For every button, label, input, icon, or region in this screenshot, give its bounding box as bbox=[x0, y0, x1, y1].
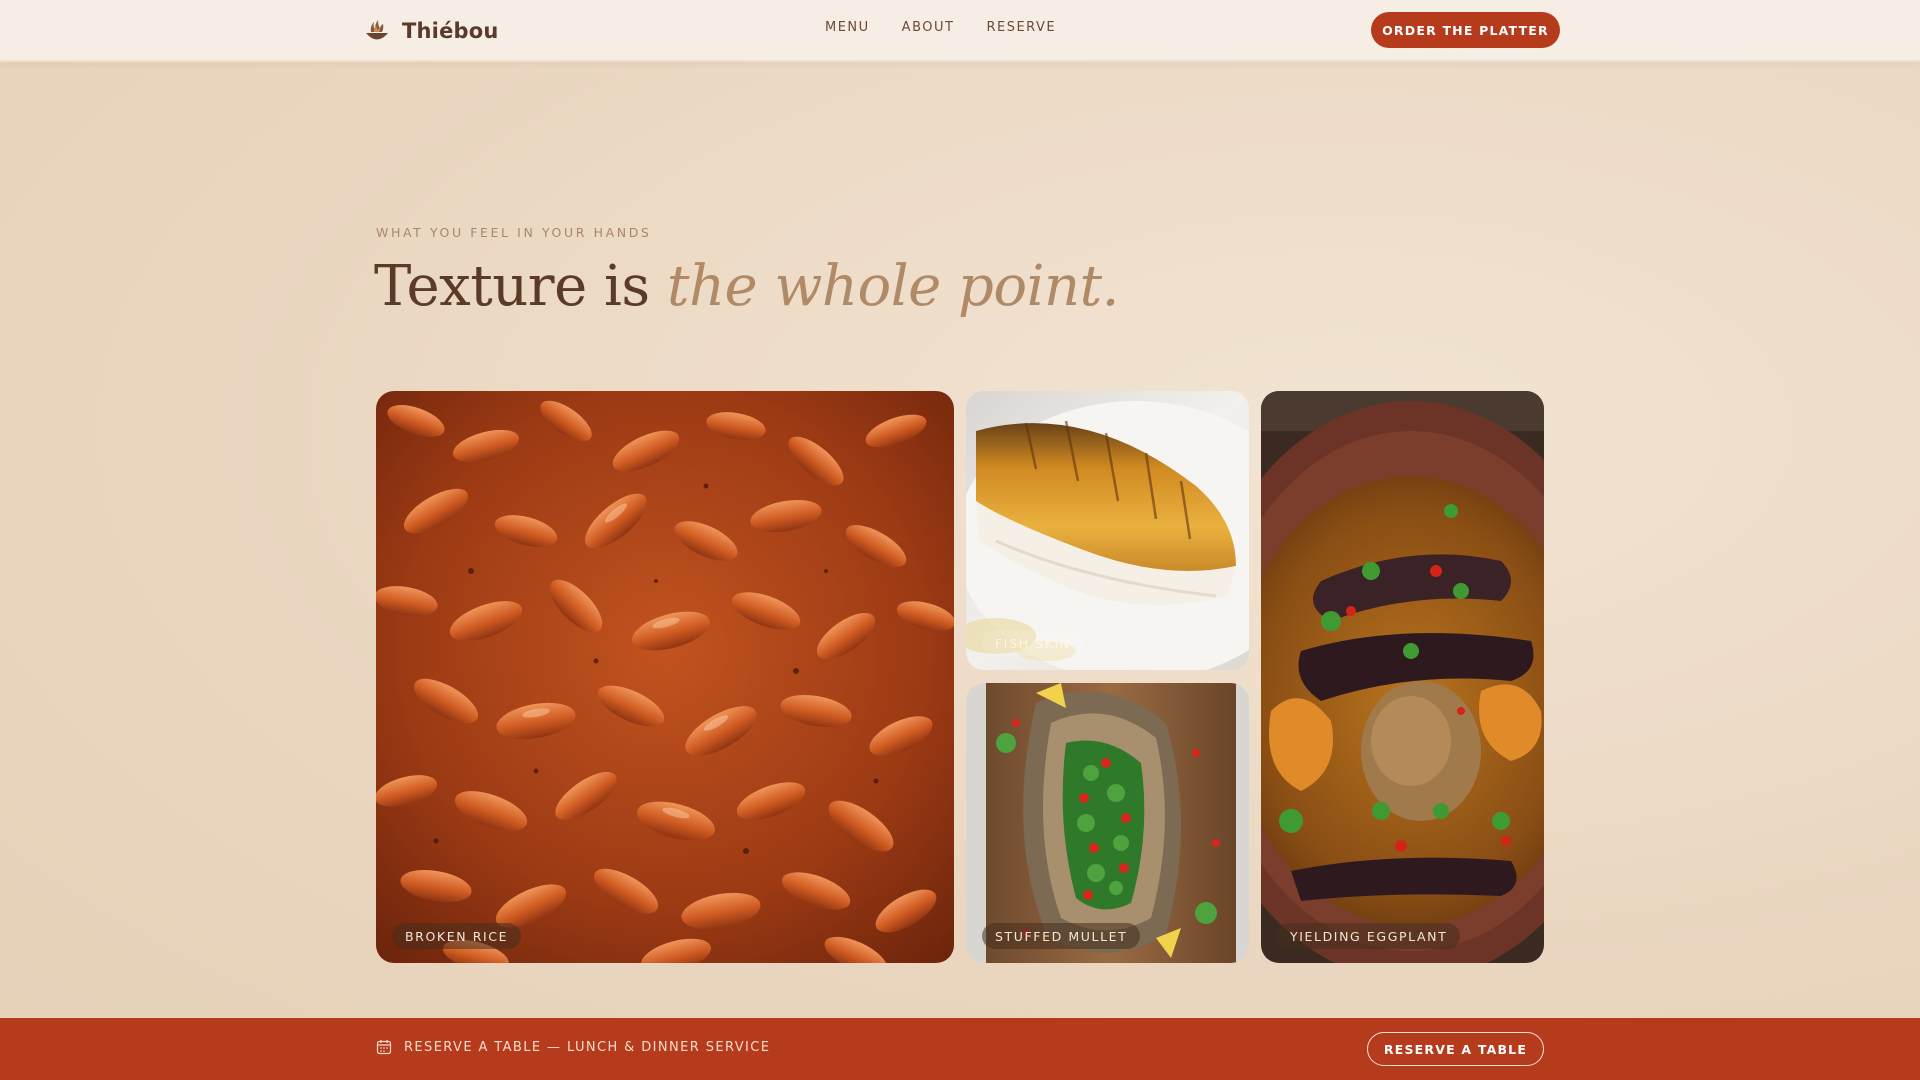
nav-item-reserve[interactable]: RESERVE bbox=[986, 20, 1056, 35]
nav-item-about[interactable]: ABOUT bbox=[902, 20, 955, 35]
gallery-tile-stuffed-mullet[interactable]: STUFFED MULLET bbox=[966, 683, 1249, 963]
gallery-tile-broken-rice[interactable]: BROKEN RICE bbox=[376, 391, 954, 963]
calendar-icon bbox=[376, 1040, 392, 1055]
reservation-bar: RESERVE A TABLE — LUNCH & DINNER SERVICE… bbox=[0, 1018, 1920, 1080]
site-header: Thiébou MENU ABOUT RESERVE ORDER THE PLA… bbox=[0, 0, 1920, 62]
brand-logo[interactable]: Thiébou bbox=[362, 14, 499, 48]
section-headline: Texture is the whole point. bbox=[374, 254, 1119, 319]
nav-item-menu[interactable]: MENU bbox=[825, 20, 870, 35]
gallery-tile-fish-skin[interactable]: FISH SKIN bbox=[966, 391, 1249, 670]
tile-label-stuffed-mullet: STUFFED MULLET bbox=[982, 923, 1141, 949]
reserve-table-button[interactable]: RESERVE A TABLE bbox=[1367, 1032, 1544, 1066]
tile-label-broken-rice: BROKEN RICE bbox=[392, 923, 522, 949]
yielding-eggplant-image bbox=[1261, 391, 1544, 963]
brand-name: Thiébou bbox=[402, 19, 499, 43]
tile-label-fish-skin: FISH SKIN bbox=[982, 630, 1084, 656]
headline-italic: the whole point. bbox=[666, 254, 1119, 319]
headline-plain: Texture is bbox=[374, 254, 667, 319]
fish-skin-image bbox=[966, 391, 1249, 670]
gallery-tile-yielding-eggplant[interactable]: YIELDING EGGPLANT bbox=[1261, 391, 1544, 963]
flame-bowl-icon bbox=[366, 20, 388, 40]
tile-label-yielding-eggplant: YIELDING EGGPLANT bbox=[1277, 923, 1461, 949]
order-platter-button[interactable]: ORDER THE PLATTER bbox=[1371, 12, 1560, 48]
broken-rice-image bbox=[376, 391, 954, 963]
main-nav: MENU ABOUT RESERVE bbox=[825, 20, 1088, 35]
reservation-info-text: RESERVE A TABLE — LUNCH & DINNER SERVICE bbox=[404, 1039, 771, 1055]
section-eyebrow: WHAT YOU FEEL IN YOUR HANDS bbox=[376, 225, 652, 240]
stuffed-mullet-image bbox=[966, 683, 1249, 963]
reservation-info: RESERVE A TABLE — LUNCH & DINNER SERVICE bbox=[376, 1039, 770, 1055]
